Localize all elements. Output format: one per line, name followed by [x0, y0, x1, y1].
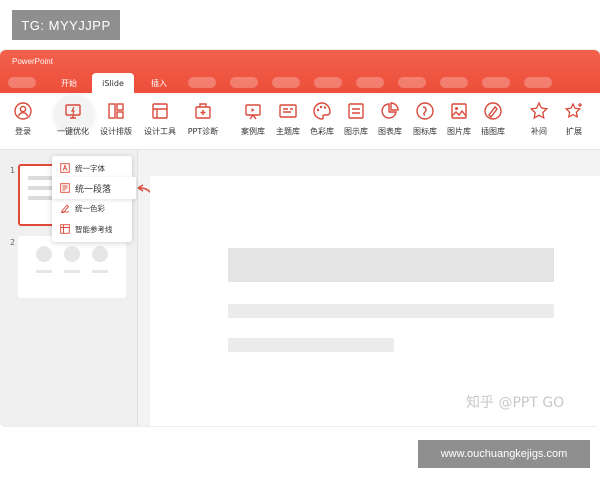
tool-label: 图片库 — [447, 127, 471, 136]
color-icon — [61, 204, 70, 213]
slide-editing-canvas[interactable] — [150, 176, 600, 426]
font-icon — [60, 163, 70, 173]
tab-insert[interactable]: 插入 — [142, 73, 176, 93]
illustration-library-button[interactable]: 插图库 — [473, 93, 513, 150]
tool-label: 插图库 — [481, 127, 505, 136]
tool-label: 补间 — [531, 127, 547, 136]
tab-home[interactable]: 开始 — [52, 73, 86, 93]
menu-item-unify-color[interactable]: 统一色彩 — [52, 198, 132, 218]
chart-library-button[interactable]: 图表库 — [370, 93, 410, 150]
star-plus-icon — [564, 102, 582, 119]
tween-button[interactable]: 补间 — [519, 93, 559, 150]
menu-item-unify-paragraph[interactable]: 统一段落 — [52, 177, 136, 199]
tab-placeholder[interactable] — [356, 77, 384, 88]
title-placeholder[interactable] — [228, 248, 554, 282]
title-bar: PowerPoint 开始 iSlide 插入 登录 一键优化 设计排版 设计工… — [0, 50, 600, 150]
zhihu-watermark: 知乎 @PPT GO — [466, 395, 565, 411]
menu-item-label: 统一段落 — [75, 184, 112, 195]
tool-label: 设计排版 — [100, 127, 132, 136]
medical-kit-icon — [195, 103, 211, 119]
tool-label: 登录 — [15, 127, 31, 136]
tool-label: 设计工具 — [144, 127, 176, 136]
theme-icon — [279, 104, 297, 118]
tab-placeholder[interactable] — [440, 77, 468, 88]
ppt-diagnosis-button[interactable]: PPT诊断 — [183, 93, 223, 150]
tool-label: 一键优化 — [57, 127, 89, 136]
star-icon — [529, 101, 549, 120]
tab-placeholder[interactable] — [314, 77, 342, 88]
monitor-optimize-icon — [65, 104, 81, 119]
tool-label: 主题库 — [276, 127, 300, 136]
palette-icon — [313, 102, 331, 120]
tab-placeholder[interactable] — [482, 77, 510, 88]
top-watermark-badge: TG: MYYJJPP — [12, 10, 120, 40]
slide-number: 2 — [10, 238, 16, 247]
case-library-button[interactable]: 案例库 — [233, 93, 273, 150]
tab-placeholder[interactable] — [8, 77, 36, 88]
login-button[interactable]: 登录 — [3, 93, 43, 150]
app-title: PowerPoint — [12, 57, 53, 66]
tool-label: 色彩库 — [310, 127, 334, 136]
optimize-dropdown-menu: 统一字体 统一段落 统一色彩 智能参考线 — [52, 156, 136, 242]
tab-placeholder[interactable] — [188, 77, 216, 88]
paragraph-icon — [60, 183, 70, 193]
pie-chart-icon — [381, 102, 399, 119]
illustration-icon — [484, 102, 502, 120]
icon-library-icon — [416, 102, 434, 120]
tool-label: 案例库 — [241, 127, 265, 136]
layout-icon — [108, 103, 124, 119]
text-placeholder[interactable] — [228, 338, 394, 352]
tool-label: 图标库 — [413, 127, 437, 136]
presentation-icon — [245, 104, 261, 120]
menu-item-label: 统一色彩 — [75, 203, 105, 213]
tab-islide[interactable]: iSlide — [92, 73, 134, 93]
user-icon — [14, 102, 32, 120]
bottom-watermark-badge: www.ouchuangkejigs.com — [418, 440, 590, 468]
ribbon-toolbar: 登录 一键优化 设计排版 设计工具 PPT诊断 案例库 主题库 色彩库 图示库 … — [0, 93, 600, 150]
tool-label: 扩展 — [566, 127, 582, 136]
slide-thumbnail-2[interactable] — [18, 236, 126, 298]
menu-item-label: 智能参考线 — [75, 224, 113, 234]
ribbon-tabs: 开始 iSlide 插入 — [0, 73, 600, 93]
tool-label: 图表库 — [378, 127, 402, 136]
design-layout-button[interactable]: 设计排版 — [96, 93, 136, 150]
tab-placeholder[interactable] — [230, 77, 258, 88]
menu-item-unify-font[interactable]: 统一字体 — [52, 158, 132, 178]
menu-item-label: 统一字体 — [75, 163, 105, 173]
guides-icon — [60, 224, 70, 234]
tab-placeholder[interactable] — [272, 77, 300, 88]
design-tool-icon — [152, 103, 168, 119]
tab-placeholder[interactable] — [398, 77, 426, 88]
tool-label: 图示库 — [344, 127, 368, 136]
design-tools-button[interactable]: 设计工具 — [140, 93, 180, 150]
diagram-icon — [348, 103, 364, 119]
menu-item-smart-guides[interactable]: 智能参考线 — [52, 219, 132, 239]
one-click-optimize-button[interactable]: 一键优化 — [53, 93, 94, 150]
extension-button[interactable]: 扩展 — [554, 93, 594, 150]
tool-label: PPT诊断 — [187, 127, 219, 136]
slide-number: 1 — [10, 166, 16, 175]
tab-placeholder[interactable] — [524, 77, 552, 88]
text-placeholder[interactable] — [228, 304, 554, 318]
image-icon — [451, 103, 467, 119]
